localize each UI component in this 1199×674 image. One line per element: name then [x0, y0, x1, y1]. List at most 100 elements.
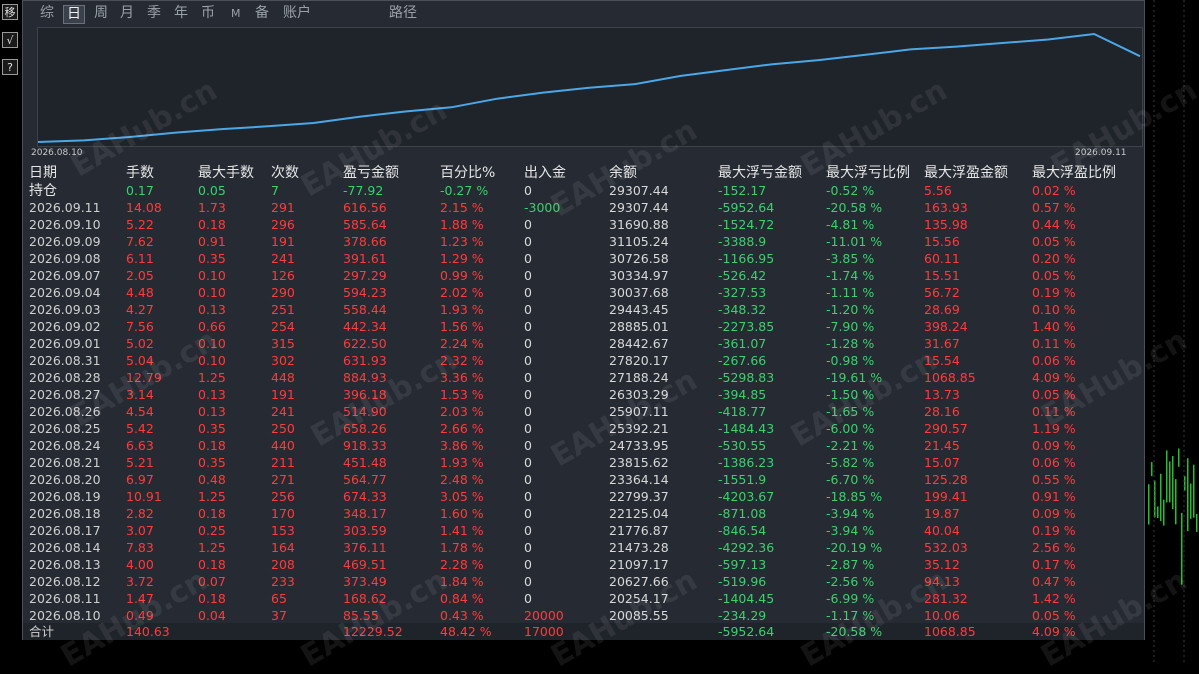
- row-percent: 2.15 %: [440, 200, 484, 215]
- row-deposit: 20000: [524, 608, 564, 624]
- row-max-float-loss: -4292.36: [718, 540, 775, 556]
- position-pnl: -77.92: [343, 183, 384, 198]
- row-max-float-loss-pct: -6.70 %: [826, 472, 875, 488]
- row-max-float-profit: 21.45: [924, 438, 960, 454]
- row-max-float-loss: -1551.9: [718, 472, 767, 488]
- total-date: 合计: [29, 624, 55, 639]
- row-pnl: 391.61: [343, 251, 387, 267]
- row-lots: 4.48: [126, 285, 154, 301]
- row-lots: 2.82: [126, 506, 154, 522]
- row-balance: 29443.45: [609, 302, 669, 318]
- tab-account[interactable]: 账户: [280, 5, 314, 22]
- row-date: 2026.08.10: [29, 608, 101, 624]
- move-tool-button[interactable]: 移: [2, 4, 18, 20]
- row-deposit: 0: [524, 370, 532, 386]
- row-count: 126: [271, 268, 295, 284]
- row-date: 2026.08.31: [29, 353, 101, 369]
- background-candle: [1160, 473, 1162, 522]
- tab-week[interactable]: 周: [91, 5, 111, 22]
- position-max-float-loss-pct: -0.52 %: [826, 183, 875, 198]
- row-balance: 30334.97: [609, 268, 669, 284]
- tab-comment[interactable]: 备: [252, 5, 272, 22]
- statistics-panel: 综 日 周 月 季 年 币 M 备 账户 路径 2026.08.10 2026.…: [22, 0, 1199, 674]
- row-max-float-profit: 60.11: [924, 251, 960, 267]
- column-header-max-float-loss: 最大浮亏金额: [718, 165, 802, 181]
- row-pnl: 303.59: [343, 523, 387, 539]
- row-date: 2026.09.03: [29, 302, 101, 318]
- tab-year[interactable]: 年: [171, 5, 191, 22]
- row-max-lots: 0.13: [198, 302, 226, 318]
- row-balance: 23815.62: [609, 455, 669, 471]
- row-percent: 2.02 %: [440, 285, 484, 301]
- row-pnl: 373.49: [343, 574, 387, 590]
- row-balance: 23364.14: [609, 472, 669, 488]
- row-max-float-profit-pct: 0.11 %: [1032, 336, 1076, 352]
- row-percent: 1.60 %: [440, 506, 484, 522]
- row-balance: 30726.58: [609, 251, 669, 267]
- row-percent: 1.78 %: [440, 540, 484, 556]
- row-percent: 2.48 %: [440, 472, 484, 488]
- row-date: 2026.08.13: [29, 557, 101, 573]
- row-max-lots: 1.73: [198, 200, 226, 215]
- row-date: 2026.08.20: [29, 472, 101, 488]
- row-date: 2026.08.21: [29, 455, 101, 471]
- position-date: 持仓: [29, 183, 57, 199]
- background-candle: [1190, 483, 1192, 519]
- row-lots: 5.21: [126, 455, 154, 471]
- background-candle: [1193, 464, 1195, 518]
- row-max-float-loss: -361.07: [718, 336, 767, 352]
- row-max-lots: 0.18: [198, 506, 226, 522]
- check-tool-button[interactable]: √: [2, 32, 18, 48]
- tab-currency[interactable]: 币: [198, 5, 218, 22]
- row-max-lots: 0.18: [198, 217, 226, 233]
- tab-path[interactable]: 路径: [386, 5, 420, 22]
- tab-month[interactable]: 月: [117, 5, 137, 22]
- row-max-lots: 0.18: [198, 438, 226, 454]
- row-max-float-profit-pct: 0.17 %: [1032, 557, 1076, 573]
- row-deposit: 0: [524, 489, 532, 505]
- row-lots: 7.56: [126, 319, 154, 335]
- position-max-float-profit: 5.56: [924, 183, 952, 198]
- row-max-float-profit-pct: 1.42 %: [1032, 591, 1076, 607]
- tab-magic[interactable]: M: [228, 5, 244, 22]
- row-max-float-loss: -1524.72: [718, 217, 775, 233]
- row-count: 241: [271, 251, 295, 267]
- row-pnl: 594.23: [343, 285, 387, 301]
- row-max-float-loss-pct: -18.85 %: [826, 489, 883, 505]
- row-max-float-profit-pct: 0.55 %: [1032, 472, 1076, 488]
- row-count: 256: [271, 489, 295, 505]
- row-percent: 0.99 %: [440, 268, 484, 284]
- row-max-lots: 0.18: [198, 557, 226, 573]
- row-max-lots: 0.48: [198, 472, 226, 488]
- row-max-float-profit: 398.24: [924, 319, 968, 335]
- row-max-float-loss: -394.85: [718, 387, 767, 403]
- tab-quarter[interactable]: 季: [144, 5, 164, 22]
- row-percent: 1.23 %: [440, 234, 484, 250]
- help-tool-button[interactable]: ?: [2, 59, 18, 75]
- row-deposit: 0: [524, 285, 532, 301]
- row-lots: 3.07: [126, 523, 154, 539]
- row-date: 2026.09.02: [29, 319, 101, 335]
- row-max-float-profit: 56.72: [924, 285, 960, 301]
- row-deposit: 0: [524, 268, 532, 284]
- row-max-float-profit: 125.28: [924, 472, 968, 488]
- row-deposit: 0: [524, 438, 532, 454]
- row-max-float-profit-pct: 0.09 %: [1032, 506, 1076, 522]
- row-max-float-loss-pct: -20.19 %: [826, 540, 883, 556]
- row-count: 241: [271, 404, 295, 420]
- row-max-lots: 0.04: [198, 608, 226, 624]
- column-header-percent: 百分比%: [440, 165, 496, 181]
- tab-day[interactable]: 日: [63, 5, 85, 24]
- row-max-float-loss: -348.32: [718, 302, 767, 318]
- row-percent: 0.43 %: [440, 608, 484, 624]
- row-lots: 4.27: [126, 302, 154, 318]
- row-max-float-loss-pct: -1.28 %: [826, 336, 875, 352]
- row-max-float-loss: -2273.85: [718, 319, 775, 335]
- tab-summary[interactable]: 综: [37, 5, 57, 22]
- row-max-lots: 0.25: [198, 523, 226, 539]
- row-max-float-loss: -526.42: [718, 268, 767, 284]
- row-count: 296: [271, 217, 295, 233]
- row-max-float-loss-pct: -2.21 %: [826, 438, 875, 454]
- row-lots: 5.02: [126, 336, 154, 352]
- row-deposit: 0: [524, 353, 532, 369]
